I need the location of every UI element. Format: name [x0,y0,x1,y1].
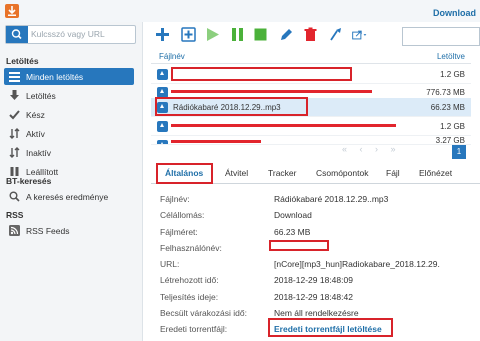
highlight-box [155,97,308,116]
sidebar-item-label: Letöltés [26,91,56,101]
label-created: Létrehozott idő: [160,275,219,285]
redaction-bar [171,90,372,93]
value-filesize: 66.23 MB [274,227,311,237]
sidebar-item-inactive[interactable]: Inaktív [4,144,134,161]
add-url-icon[interactable] [181,27,196,42]
add-icon[interactable] [155,27,170,42]
value-completed: 2018-12-29 18:48:42 [274,292,353,302]
label-filename: Fájlnév: [160,194,190,204]
keyword-search[interactable]: Kulcsszó vagy URL [5,25,136,44]
section-bt-search: BT-keresés [6,176,52,186]
resume-icon[interactable] [205,27,220,42]
column-filename[interactable]: Fájlnév [159,52,185,61]
pause-button-icon[interactable] [230,27,245,42]
sidebar: Kulcsszó vagy URL Letöltés Minden letölt… [0,22,143,341]
row-size: 3.27 GB [435,136,465,145]
sidebar-item-label: RSS Feeds [26,226,70,236]
rss-icon [9,225,20,236]
title-bar: Download [0,0,480,22]
sidebar-item-rss-feeds[interactable]: RSS Feeds [4,222,134,239]
highlight-box [268,318,393,337]
row-size: 1.2 GB [440,122,465,131]
upload-arrow-icon [157,140,168,144]
active-arrows-icon [9,128,20,139]
filter-search-input[interactable] [402,27,480,46]
redaction-bar [171,124,396,127]
sidebar-item-complete[interactable]: Kész [4,106,134,123]
arrow-down-icon [10,90,19,100]
page-number[interactable]: 1 [452,145,466,159]
sidebar-item-label: Aktív [26,129,45,139]
list-icon [9,72,20,82]
sidebar-item-search-results[interactable]: A keresés eredménye [4,188,134,205]
label-username: Felhasználónév: [160,243,222,253]
value-destination: Download [274,210,312,220]
app-title: Download [433,8,476,18]
tab-tracker[interactable]: Tracker [268,168,297,178]
check-icon [9,110,20,120]
search-input[interactable]: Kulcsszó vagy URL [31,29,105,39]
sidebar-item-active[interactable]: Aktív [4,125,134,142]
list-header: Fájlnév Letöltve [151,50,471,64]
section-rss: RSS [6,210,24,220]
sidebar-item-label: Kész [26,110,45,120]
pager-arrows[interactable]: « ‹ › » [342,144,396,154]
label-url: URL: [160,259,180,269]
upload-arrow-icon [157,121,168,132]
label-completed: Teljesítés ideje: [160,292,219,302]
label-eta: Becsült várakozási idő: [160,308,247,318]
value-url: [nCore][mp3_hun]Radiokabare_2018.12.29. [274,259,440,269]
search-icon [11,29,22,40]
row-size: 776.73 MB [426,88,465,97]
tab-file[interactable]: Fájl [386,168,400,178]
label-torrent: Eredeti torrentfájl: [160,324,228,334]
share-dropdown-icon[interactable] [352,27,367,42]
sidebar-item-label: Inaktív [26,148,52,158]
value-filename: Rádiókabaré 2018.12.29..mp3 [274,194,389,204]
tab-preview[interactable]: Előnézet [419,168,452,178]
delete-icon[interactable] [303,27,318,42]
redaction-box [171,67,352,81]
stop-icon[interactable] [253,27,268,42]
sidebar-item-downloading[interactable]: Letöltés [4,87,134,104]
sidebar-item-label: A keresés eredménye [26,192,109,202]
download-station-icon [5,4,19,18]
value-eta: Nem áll rendelkezésre [274,308,359,318]
label-destination: Célállomás: [160,210,205,220]
column-downloaded[interactable]: Letöltve [437,52,465,61]
label-filesize: Fájlméret: [160,227,198,237]
sidebar-item-label: Minden letöltés [26,72,84,82]
tab-transfer[interactable]: Átvitel [225,168,248,178]
clear-completed-icon[interactable] [328,27,343,42]
redaction-bar [171,140,261,143]
row-size: 66.23 MB [430,103,465,112]
tab-peers[interactable]: Csomópontok [316,168,368,178]
upload-arrow-icon [157,69,168,80]
redaction-box [269,240,329,251]
sidebar-item-all[interactable]: Minden letöltés [4,68,134,85]
edit-icon[interactable] [279,27,294,42]
section-download: Letöltés [6,56,39,66]
search-icon [9,191,20,202]
highlight-box [156,163,213,184]
search-button[interactable] [6,26,28,43]
inactive-arrows-icon [9,147,20,158]
value-created: 2018-12-29 18:48:09 [274,275,353,285]
row-size: 1.2 GB [440,70,465,79]
